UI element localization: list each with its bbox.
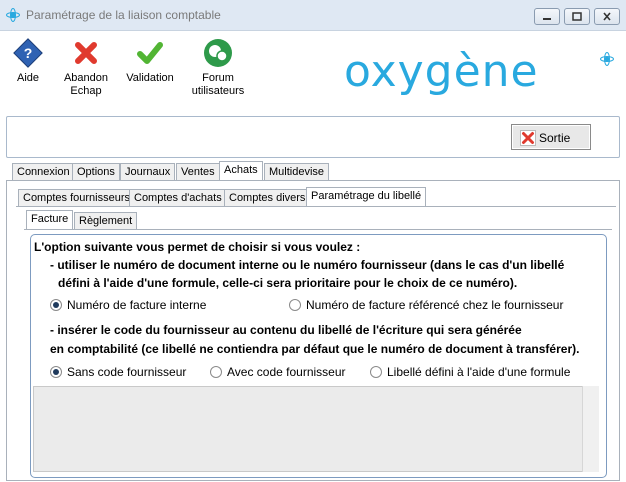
tab-facture[interactable]: Facture — [26, 210, 74, 229]
abandon-button[interactable]: Abandon Echap — [60, 37, 112, 98]
title-bar: Paramétrage de la liaison comptable — [0, 0, 626, 31]
close-icon — [603, 12, 611, 21]
radio-numero-interne[interactable] — [50, 299, 62, 311]
tab-ventes[interactable]: Ventes — [176, 163, 220, 180]
tab-reglement[interactable]: Règlement — [74, 212, 138, 229]
minimize-button[interactable] — [534, 8, 560, 25]
bullet1-line1: - utiliser le numéro de document interne… — [50, 258, 565, 272]
forum-chat-icon — [204, 39, 232, 67]
tab-comptes-divers[interactable]: Comptes divers — [224, 189, 311, 206]
radio-libelle-formule-label[interactable]: Libellé défini à l'aide d'une formule — [387, 365, 570, 379]
radio-avec-code[interactable] — [210, 366, 222, 378]
maximize-icon — [572, 12, 582, 21]
aide-button[interactable]: ? Aide — [12, 37, 44, 85]
window-title: Paramétrage de la liaison comptable — [26, 8, 221, 22]
minimize-icon — [543, 18, 551, 20]
validation-button[interactable]: Validation — [124, 37, 176, 85]
tab-multidevise[interactable]: Multidevise — [264, 163, 330, 180]
app-icon — [6, 8, 20, 22]
radio-sans-code[interactable] — [50, 366, 62, 378]
radio-numero-fournisseur[interactable] — [289, 299, 301, 311]
radio-avec-code-label[interactable]: Avec code fournisseur — [227, 365, 346, 379]
formula-textarea[interactable] — [33, 386, 599, 472]
sortie-button[interactable]: Sortie — [511, 124, 591, 150]
radio-libelle-formule[interactable] — [370, 366, 382, 378]
oxygene-logo: oxygène — [344, 46, 539, 97]
radio-numero-interne-label[interactable]: Numéro de facture interne — [67, 298, 206, 312]
maximize-button[interactable] — [564, 8, 590, 25]
bullet1-line2: défini à l'aide d'une formule, celle-ci … — [58, 276, 518, 290]
tab-comptes-fournisseurs[interactable]: Comptes fournisseurs — [18, 189, 135, 206]
tab-journaux[interactable]: Journaux — [120, 163, 176, 180]
tab-connexion[interactable]: Connexion — [12, 163, 75, 180]
inner-tab-strip-line — [24, 229, 612, 230]
bullet2-line2: en comptabilité (ce libellé ne contiendr… — [50, 342, 580, 356]
radio-numero-fournisseur-label[interactable]: Numéro de facture référencé chez le four… — [306, 298, 563, 312]
close-button[interactable] — [594, 8, 620, 25]
svg-text:?: ? — [24, 45, 33, 61]
tab-parametrage-libelle[interactable]: Paramétrage du libellé — [306, 187, 427, 206]
textarea-scrollbar[interactable] — [582, 386, 599, 472]
logo-atom-icon — [600, 52, 614, 66]
radio-sans-code-label[interactable]: Sans code fournisseur — [67, 365, 186, 379]
intro-text: L'option suivante vous permet de choisir… — [34, 240, 361, 254]
bullet2-line1: - insérer le code du fournisseur au cont… — [50, 323, 522, 337]
check-icon — [137, 42, 163, 64]
cancel-x-icon — [75, 42, 97, 64]
forum-button[interactable]: Forum utilisateurs — [190, 37, 246, 98]
tab-comptes-achats[interactable]: Comptes d'achats — [129, 189, 227, 206]
exit-icon — [520, 130, 536, 146]
sub-tab-strip-line — [16, 206, 616, 207]
help-icon: ? — [13, 38, 43, 68]
tab-achats[interactable]: Achats — [219, 161, 263, 180]
tab-options[interactable]: Options — [72, 163, 120, 180]
